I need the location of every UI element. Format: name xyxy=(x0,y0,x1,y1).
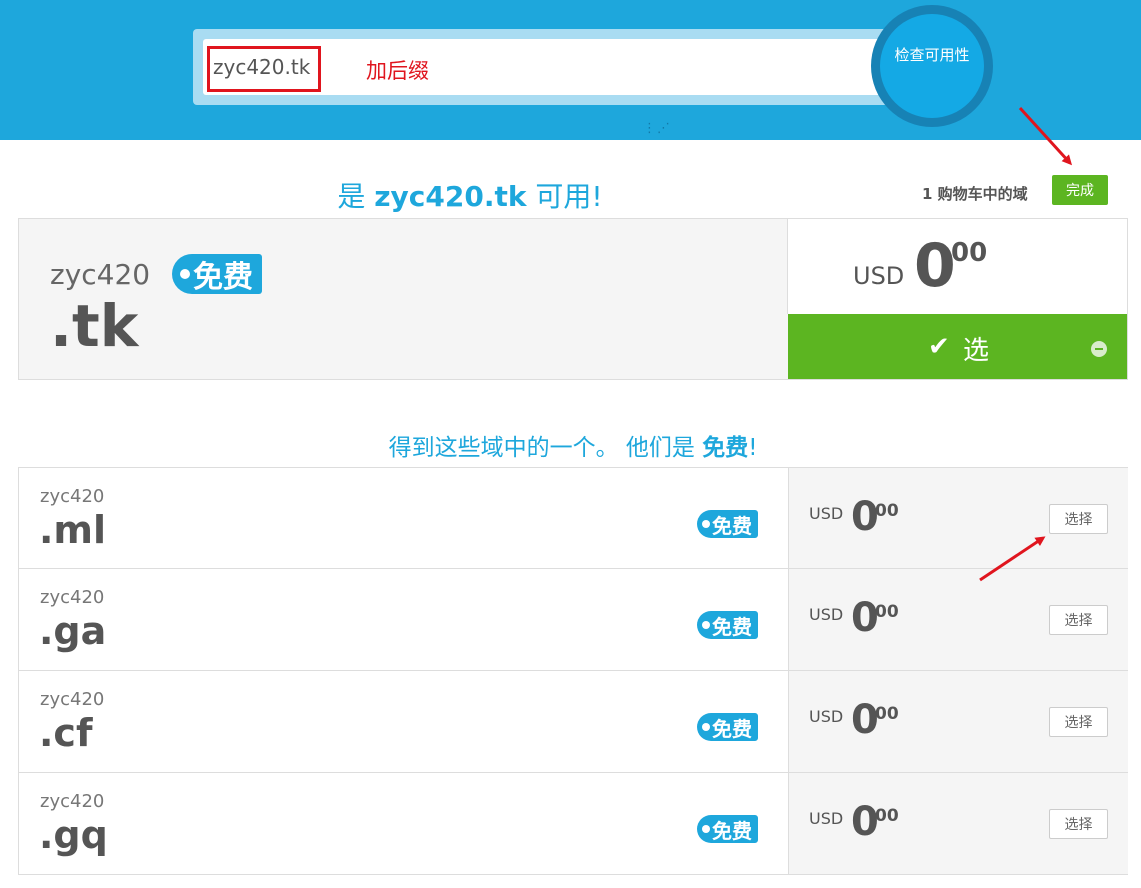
free-badge: 免费 xyxy=(172,254,262,295)
main-price-decimal: 00 xyxy=(951,238,988,268)
cart-count-text: 1 购物车中的域 xyxy=(922,185,1028,203)
main-result-tld: .tk xyxy=(50,292,139,360)
suggestion-sld: zyc420 xyxy=(40,486,105,507)
domain-search-input[interactable] xyxy=(203,39,883,95)
badge-dot-icon xyxy=(702,621,710,629)
price-currency: USD xyxy=(809,504,844,523)
select-button-ga[interactable]: 选择 xyxy=(1049,605,1108,635)
select-button-gq[interactable]: 选择 xyxy=(1049,809,1108,839)
suggestion-row-gq: zyc420 .gq 免费 USD 0 00 选择 xyxy=(18,773,1128,875)
suggestion-tld: .ml xyxy=(39,508,107,552)
suggestion-sld: zyc420 xyxy=(40,791,105,812)
price-decimal: 00 xyxy=(875,602,899,622)
main-price-currency: USD xyxy=(853,262,905,290)
free-badge: 免费 xyxy=(697,510,758,538)
price-currency: USD xyxy=(809,809,844,828)
main-result-sld: zyc420 xyxy=(50,258,151,291)
done-button[interactable]: 完成 xyxy=(1052,175,1108,205)
suggestion-tld: .gq xyxy=(39,813,108,857)
free-badge: 免费 xyxy=(697,611,758,639)
availability-title: 是 zyc420.tk 可用! xyxy=(337,180,603,213)
available-domain: zyc420.tk xyxy=(374,180,527,213)
suggestion-row-ml: zyc420 .ml 免费 USD 0 00 选择 xyxy=(18,467,1128,569)
price-currency: USD xyxy=(809,707,844,726)
suggestion-row-cf: zyc420 .cf 免费 USD 0 00 选择 xyxy=(18,671,1128,773)
annotation-add-suffix: 加后缀 xyxy=(366,59,429,83)
badge-dot-icon xyxy=(702,520,710,528)
price-currency: USD xyxy=(809,605,844,624)
main-price-integer: 0 xyxy=(914,231,956,301)
price-decimal: 00 xyxy=(875,806,899,826)
select-button-ml[interactable]: 选择 xyxy=(1049,504,1108,534)
selected-domain-button[interactable]: ✔ 选 xyxy=(788,314,1127,379)
hero-dots-icon: ⋮⋰ xyxy=(643,121,671,136)
suggestions-title: 得到这些域中的一个。 他们是 免费! xyxy=(388,435,758,461)
suggestion-list: zyc420 .ml 免费 USD 0 00 选择 zyc420 .ga 免费 … xyxy=(18,467,1128,875)
suggestion-tld: .cf xyxy=(39,711,93,755)
check-availability-button[interactable]: 检查可用性 xyxy=(880,14,984,118)
suggestion-row-ga: zyc420 .ga 免费 USD 0 00 选择 xyxy=(18,569,1128,671)
free-badge: 免费 xyxy=(697,815,758,843)
price-decimal: 00 xyxy=(875,501,899,521)
check-icon: ✔ xyxy=(928,332,950,362)
badge-dot-icon xyxy=(180,269,190,279)
suggestion-sld: zyc420 xyxy=(40,587,105,608)
badge-dot-icon xyxy=(702,825,710,833)
free-badge: 免费 xyxy=(697,713,758,741)
selected-label: 选 xyxy=(963,336,990,366)
remove-icon[interactable] xyxy=(1091,341,1107,357)
price-decimal: 00 xyxy=(875,704,899,724)
badge-dot-icon xyxy=(702,723,710,731)
select-button-cf[interactable]: 选择 xyxy=(1049,707,1108,737)
suggestion-sld: zyc420 xyxy=(40,689,105,710)
suggestion-tld: .ga xyxy=(39,609,107,653)
